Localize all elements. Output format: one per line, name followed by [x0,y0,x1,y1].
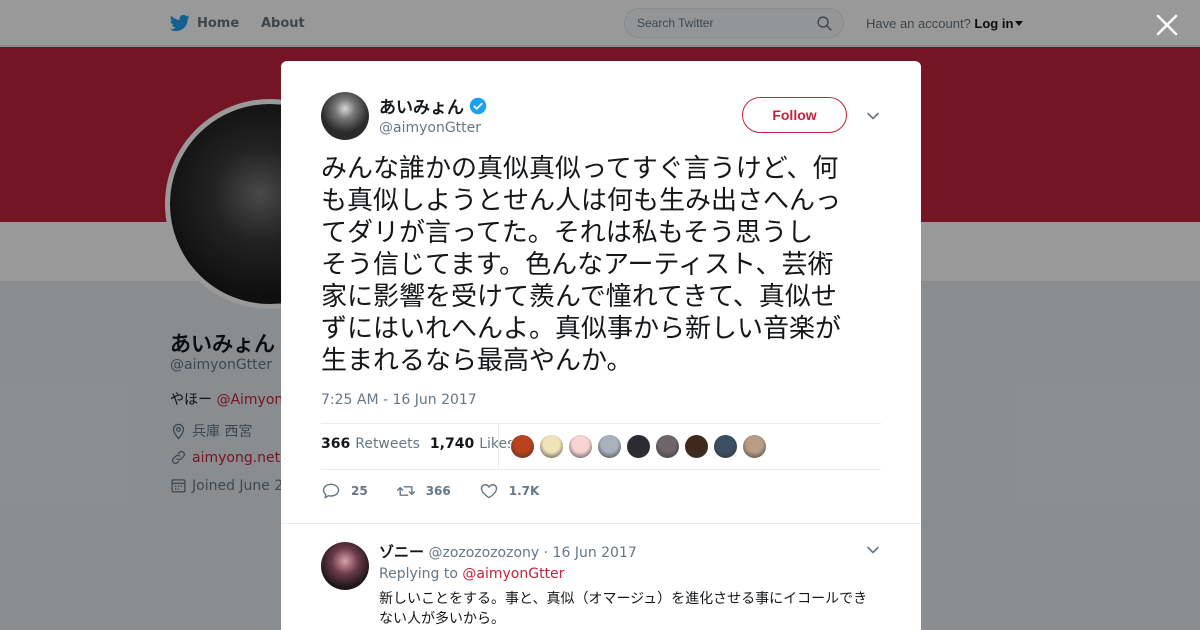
liker-avatar[interactable] [597,434,622,459]
reply-author-name[interactable]: ゾニー [379,543,424,561]
reply-count: 25 [351,484,368,498]
liker-avatar[interactable] [713,434,738,459]
reply-action[interactable]: 25 [321,481,368,501]
reply-text: 新しいことをする。事と、真似（オマージュ）を進化させる事にイコールでき ない人が… [379,591,868,627]
author-name[interactable]: あいみょん [379,93,464,118]
like-action[interactable]: 1.7K [479,481,540,501]
liker-avatar[interactable] [626,434,651,459]
liker-avatar[interactable] [568,434,593,459]
tweet-modal: あいみょん @aimyonGtter Follow みんな誰かの真似真似ってすぐ… [281,61,921,630]
chevron-down-icon[interactable] [866,109,880,123]
reply-author-avatar[interactable] [321,542,369,590]
replying-to-prefix: Replying to [379,566,458,582]
retweets-count: 366 [321,436,351,452]
verified-badge-icon [469,97,487,114]
reply-header: ゾニー @zozozozozony · 16 Jun 2017 [379,541,637,562]
retweet-icon[interactable] [396,481,416,501]
heart-icon[interactable] [479,481,499,501]
reply-date[interactable]: · 16 Jun 2017 [544,545,637,561]
liker-avatars [510,434,771,459]
tweet-text: みんな誰かの真似真似ってすぐ言うけど、何 も真似しようとせん人は何も生み出さへん… [321,154,842,376]
tweet-timestamp[interactable]: 7:25 AM - 16 Jun 2017 [321,392,477,408]
likes-stat[interactable]: 1,740 Likes [430,436,515,452]
follow-button[interactable]: Follow [742,97,847,133]
divider [321,423,881,424]
divider [281,523,921,524]
retweets-label: Retweets [355,436,420,452]
retweet-count: 366 [425,484,451,498]
liker-avatar[interactable] [742,434,767,459]
divider [321,469,881,470]
author-avatar[interactable] [321,92,369,140]
author-handle[interactable]: @aimyonGtter [379,120,481,136]
retweet-action[interactable]: 366 [396,481,451,501]
replying-to-link[interactable]: @aimyonGtter [462,566,564,582]
chevron-down-icon[interactable] [866,543,880,557]
liker-avatar[interactable] [539,434,564,459]
like-count: 1.7K [508,484,540,498]
tweet-actions: 25 366 1.7K [321,481,567,501]
close-icon[interactable] [1154,12,1180,38]
liker-avatar[interactable] [655,434,680,459]
likes-count: 1,740 [429,436,475,452]
reply-icon[interactable] [321,481,341,501]
reply-author-handle[interactable]: @zozozozozony [428,545,539,561]
tweet-stats: 366 Retweets 1,740 Likes [321,436,524,452]
liker-avatar[interactable] [684,434,709,459]
stats-separator [498,423,499,469]
replying-to: Replying to @aimyonGtter [379,566,564,582]
retweets-stat[interactable]: 366 Retweets [321,436,420,452]
liker-avatar[interactable] [510,434,535,459]
author-name-row[interactable]: あいみょん [379,93,487,118]
